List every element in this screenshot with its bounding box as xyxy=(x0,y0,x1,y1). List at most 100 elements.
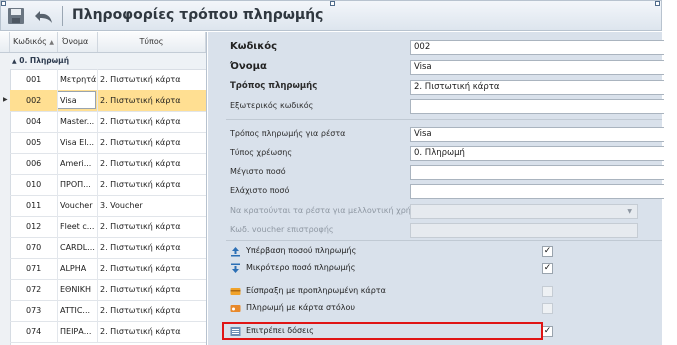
cell-code: 073 xyxy=(26,306,42,315)
option-checkbox[interactable] xyxy=(542,286,553,297)
undo-icon[interactable] xyxy=(33,7,55,25)
name-label: Όνομα xyxy=(230,61,267,72)
cell-divider xyxy=(57,69,58,90)
arrow-down-icon xyxy=(230,263,241,274)
table-row[interactable]: 011 Voucher 3. Voucher xyxy=(10,195,206,217)
cell-type: 2. Πιστωτική κάρτα xyxy=(100,222,181,231)
page-title: Πληροφορίες τρόπου πληρωμής xyxy=(72,7,324,23)
table-row[interactable]: 001 Μετρητά 2. Πιστωτική κάρτα xyxy=(10,69,206,91)
cell-divider xyxy=(57,153,58,174)
vertical-scrollbar[interactable] xyxy=(664,0,677,345)
cell-name: CARDL... xyxy=(60,243,95,252)
table-row[interactable]: 006 Ameri... 2. Πιστωτική κάρτα xyxy=(10,153,206,175)
min-amount-field[interactable] xyxy=(410,184,670,199)
keep-change-label: Να κρατούνται τα ρέστα για μελλοντική χρ… xyxy=(230,206,422,215)
option-checkbox[interactable]: ✓ xyxy=(542,326,553,337)
code-label: Κωδικός xyxy=(230,41,278,52)
cell-name: ΠΕΙΡΑ... xyxy=(60,327,92,336)
cell-type: 2. Πιστωτική κάρτα xyxy=(100,243,181,252)
cell-type: 2. Πιστωτική κάρτα xyxy=(100,96,181,105)
highlight-box xyxy=(222,322,543,340)
column-header-name[interactable]: Όνομα xyxy=(58,32,98,52)
save-icon[interactable] xyxy=(7,7,25,25)
cell-divider xyxy=(57,279,58,300)
resize-handle[interactable] xyxy=(655,1,660,6)
option-checkbox[interactable] xyxy=(542,303,553,314)
cell-name: Visa El... xyxy=(60,138,95,147)
grid-header: Κωδικός ▲ Όνομα Τύπος xyxy=(0,32,206,53)
cell-code: 012 xyxy=(26,222,42,231)
cell-code: 010 xyxy=(26,180,42,189)
cell-code: 072 xyxy=(26,285,42,294)
cell-name: Μετρητά xyxy=(60,75,97,84)
table-row[interactable]: 074 ΠΕΙΡΑ... 2. Πιστωτική κάρτα xyxy=(10,321,206,343)
cell-divider xyxy=(57,90,58,111)
cell-code: 004 xyxy=(26,117,42,126)
charge-type-label: Τύπος χρέωσης xyxy=(230,148,293,157)
code-field[interactable]: 002 xyxy=(410,40,670,55)
table-row[interactable]: 010 ΠΡΟΠ... 2. Πιστωτική κάρτα xyxy=(10,174,206,196)
change-method-field[interactable]: Visa xyxy=(410,127,670,142)
return-voucher-field[interactable] xyxy=(410,223,638,238)
cell-divider xyxy=(57,195,58,216)
cell-name: ΠΡΟΠ... xyxy=(60,180,91,189)
option-label: Είσπραξη με προπληρωμένη κάρτα xyxy=(246,286,386,295)
cell-divider xyxy=(57,237,58,258)
toolbar-separator xyxy=(62,6,63,26)
return-voucher-label: Κωδ. voucher επιστροφής xyxy=(230,225,334,234)
cell-type: 2. Πιστωτική κάρτα xyxy=(100,138,181,147)
cell-code: 071 xyxy=(26,264,42,273)
cell-code: 001 xyxy=(26,75,42,84)
keep-change-select[interactable]: ▼ xyxy=(410,204,638,219)
cell-type: 2. Πιστωτική κάρτα xyxy=(100,285,181,294)
charge-type-field[interactable]: 0. Πληρωμή xyxy=(410,146,670,161)
table-row[interactable]: 004 Master... 2. Πιστωτική κάρτα xyxy=(10,111,206,133)
cell-type: 3. Voucher xyxy=(100,201,143,210)
resize-handle[interactable] xyxy=(330,1,335,6)
column-header-code[interactable]: Κωδικός ▲ xyxy=(10,32,58,52)
max-amount-field[interactable] xyxy=(410,165,670,180)
cell-type: 2. Πιστωτική κάρτα xyxy=(100,306,181,315)
cell-code: 074 xyxy=(26,327,42,336)
option-checkbox[interactable]: ✓ xyxy=(542,263,553,274)
table-row[interactable]: 072 ΕΘΝΙΚΗ 2. Πιστωτική κάρτα xyxy=(10,279,206,301)
min-amount-label: Ελάχιστο ποσό xyxy=(230,186,290,195)
collapse-icon[interactable]: ▲ xyxy=(12,58,17,65)
table-row[interactable]: 073 ATTIC... 2. Πιστωτική κάρτα xyxy=(10,300,206,322)
table-row[interactable]: 012 Fleet c... 2. Πιστωτική κάρτα xyxy=(10,216,206,238)
column-header-type[interactable]: Τύπος xyxy=(98,32,206,52)
divider xyxy=(226,240,662,241)
name-field[interactable]: Visa xyxy=(410,60,670,75)
payment-method-field[interactable]: 2. Πιστωτική κάρτα xyxy=(410,80,670,95)
group-row[interactable]: ▲ 0. Πληρωμή xyxy=(10,53,206,70)
cell-type: 2. Πιστωτική κάρτα xyxy=(100,264,181,273)
cell-name: ΕΘΝΙΚΗ xyxy=(60,285,91,294)
payment-method-label: Τρόπος πληρωμής xyxy=(230,81,318,91)
max-amount-label: Μέγιστο ποσό xyxy=(230,167,286,176)
cell-name: ATTIC... xyxy=(60,306,91,315)
option-label: Μικρότερο ποσό πληρωμής xyxy=(246,263,356,272)
details-panel: Κωδικός 002 Όνομα Visa Τρόπος πληρωμής 2… xyxy=(208,32,670,345)
table-row[interactable]: 002 Visa 2. Πιστωτική κάρτα xyxy=(10,90,206,112)
sort-ascending-icon: ▲ xyxy=(49,39,55,46)
external-code-field[interactable] xyxy=(410,99,670,114)
table-row[interactable]: 070 CARDL... 2. Πιστωτική κάρτα xyxy=(10,237,206,259)
external-code-label: Εξωτερικός κωδικός xyxy=(230,101,314,110)
chevron-down-icon[interactable]: ▼ xyxy=(627,205,632,218)
cell-type: 2. Πιστωτική κάρτα xyxy=(100,180,181,189)
cell-code: 011 xyxy=(26,201,42,210)
table-row[interactable]: 005 Visa El... 2. Πιστωτική κάρτα xyxy=(10,132,206,154)
cell-divider xyxy=(57,174,58,195)
resize-handle[interactable] xyxy=(1,1,6,6)
table-row[interactable]: 071 ALPHA 2. Πιστωτική κάρτα xyxy=(10,258,206,280)
cell-divider xyxy=(57,132,58,153)
cell-type: 2. Πιστωτική κάρτα xyxy=(100,117,181,126)
cell-name: ALPHA xyxy=(60,264,87,273)
prepaid-card-icon xyxy=(230,286,241,297)
cell-type: 2. Πιστωτική κάρτα xyxy=(100,159,181,168)
cell-type: 2. Πιστωτική κάρτα xyxy=(100,75,181,84)
change-method-label: Τρόπος πληρωμής για ρέστα xyxy=(230,129,346,138)
cell-type: 2. Πιστωτική κάρτα xyxy=(100,327,181,336)
payment-methods-grid: Κωδικός ▲ Όνομα Τύπος ▲ 0. Πληρωμή 001 Με… xyxy=(0,32,207,345)
option-checkbox[interactable]: ✓ xyxy=(542,246,553,257)
